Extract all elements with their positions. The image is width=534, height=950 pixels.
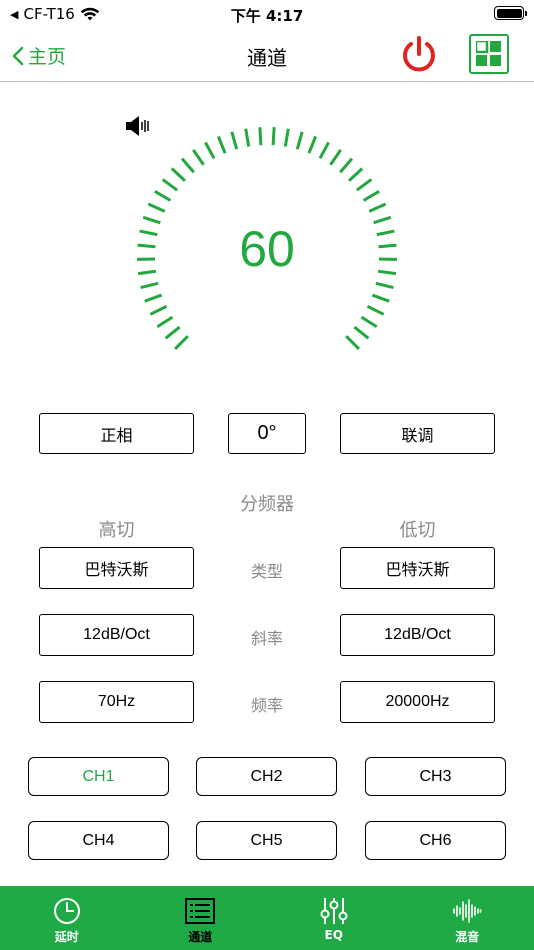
gauge-tick xyxy=(170,167,186,182)
gauge-tick xyxy=(329,149,342,166)
gauge-tick xyxy=(307,135,318,154)
gauge-tick xyxy=(353,325,370,340)
nav-bar: 主页 通道 xyxy=(0,28,534,82)
gauge-tick xyxy=(147,202,166,213)
power-button[interactable] xyxy=(398,34,440,76)
gauge-tick xyxy=(368,202,387,213)
link-button[interactable]: 联调 xyxy=(340,413,495,454)
gauge-tick xyxy=(362,190,380,202)
gauge-tick xyxy=(360,315,378,329)
tab-mix-label: 混音 xyxy=(455,930,480,944)
high-cut-type-button[interactable]: 巴特沃斯 xyxy=(39,547,194,589)
tab-delay-label: 延时 xyxy=(54,930,79,944)
volume-gauge[interactable]: 60 xyxy=(125,115,409,375)
gauge-tick xyxy=(230,131,239,150)
tab-delay[interactable]: 延时 xyxy=(0,886,134,950)
clock-icon xyxy=(53,898,80,924)
gauge-tick xyxy=(216,135,227,154)
gauge-tick xyxy=(283,128,290,147)
gauge-tick xyxy=(204,141,216,160)
gauge-tick xyxy=(149,305,168,316)
gauge-tick xyxy=(271,127,276,146)
status-bar: ◀ CF-T16 下午 4:17 xyxy=(0,0,534,28)
gauge-tick xyxy=(258,127,263,146)
gauge-tick xyxy=(355,178,373,192)
speaker-icon[interactable] xyxy=(125,115,151,137)
list-icon xyxy=(185,898,216,924)
low-cut-slope-button[interactable]: 12dB/Oct xyxy=(340,614,495,656)
gauge-tick xyxy=(140,281,159,290)
low-cut-frequency-button[interactable]: 20000Hz xyxy=(340,681,495,723)
channel-button-6[interactable]: CH6 xyxy=(365,821,506,860)
gauge-tick xyxy=(164,325,181,340)
status-time: 下午 4:17 xyxy=(230,7,304,25)
volume-value: 60 xyxy=(239,221,295,277)
tab-channel[interactable]: 通道 xyxy=(134,886,268,950)
gauge-tick xyxy=(339,157,354,174)
high-cut-slope-button[interactable]: 12dB/Oct xyxy=(39,614,194,656)
crossover-title: 分频器 xyxy=(240,494,294,515)
waveform-icon xyxy=(453,899,482,923)
type-label: 类型 xyxy=(250,562,283,581)
gauge-tick xyxy=(366,305,385,316)
tab-mix[interactable]: 混音 xyxy=(401,886,534,950)
slope-label: 斜率 xyxy=(250,629,283,648)
channel-button-1[interactable]: CH1 xyxy=(28,757,169,796)
gauge-tick xyxy=(371,293,390,303)
gauge-tick xyxy=(295,131,304,150)
gauge-tick xyxy=(180,157,195,174)
gauge-tick xyxy=(154,190,172,202)
channel-button-4[interactable]: CH4 xyxy=(28,821,169,860)
channel-button-3[interactable]: CH3 xyxy=(365,757,506,796)
high-cut-title: 高切 xyxy=(98,520,135,541)
gauge-tick xyxy=(318,141,330,160)
channel-button-2[interactable]: CH2 xyxy=(196,757,337,796)
power-icon xyxy=(403,36,435,72)
gauge-tick xyxy=(156,315,174,329)
grid-layout-icon xyxy=(474,39,501,66)
gauge-tick xyxy=(345,335,360,350)
gauge-tick xyxy=(174,335,189,350)
phase-angle-button[interactable]: 0° xyxy=(228,413,306,454)
tab-eq-label: EQ xyxy=(324,928,343,942)
page-title: 通道 xyxy=(247,46,287,70)
gauge-tick xyxy=(144,293,163,303)
low-cut-title: 低切 xyxy=(399,520,436,541)
high-cut-frequency-button[interactable]: 70Hz xyxy=(39,681,194,723)
channel-button-5[interactable]: CH5 xyxy=(196,821,337,860)
polarity-button[interactable]: 正相 xyxy=(39,413,194,454)
gauge-tick xyxy=(244,128,251,147)
frequency-label: 频率 xyxy=(250,696,283,715)
tab-eq[interactable]: EQ xyxy=(267,886,401,950)
gauge-tick xyxy=(192,149,205,166)
gauge-tick xyxy=(348,167,364,182)
gauge-tick xyxy=(161,178,179,192)
status-right xyxy=(494,6,527,20)
battery-icon xyxy=(494,6,527,20)
low-cut-type-button[interactable]: 巴特沃斯 xyxy=(340,547,495,589)
tab-channel-label: 通道 xyxy=(188,930,213,944)
tab-bar: 延时 通道 EQ 混音 xyxy=(0,886,534,950)
gauge-tick xyxy=(375,281,394,290)
layout-button[interactable] xyxy=(469,34,509,74)
sliders-icon xyxy=(320,898,348,924)
